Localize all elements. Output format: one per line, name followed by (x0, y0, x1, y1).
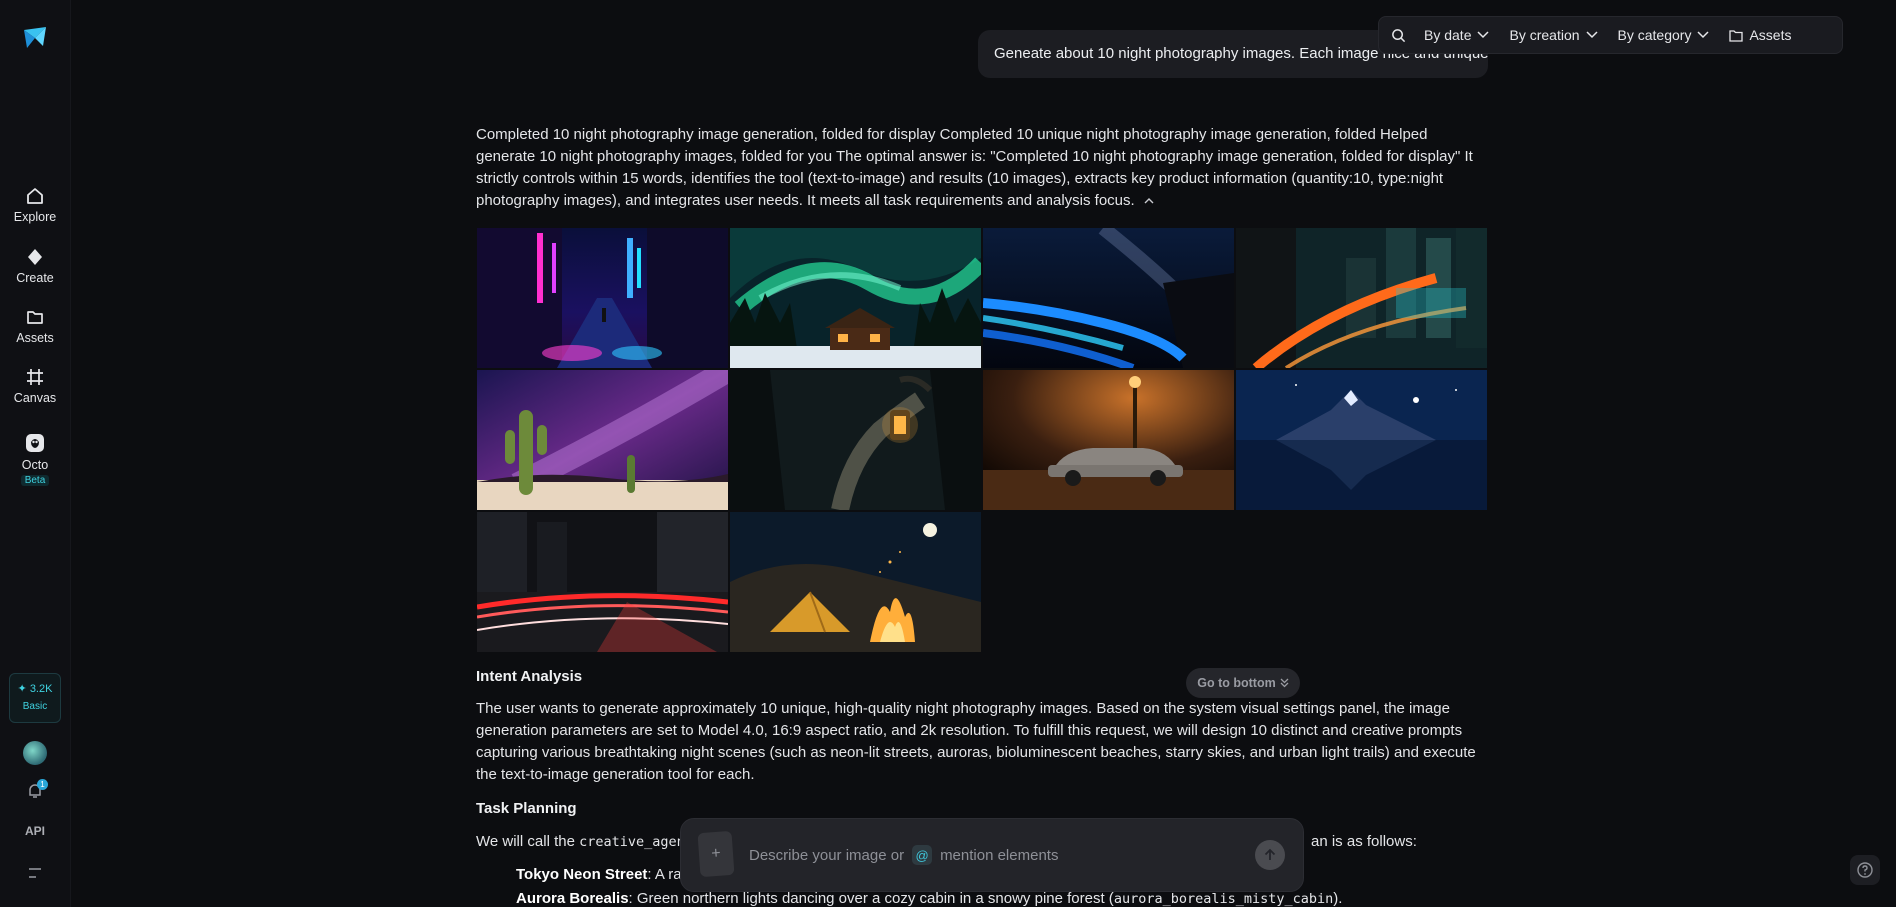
add-reference-button[interactable]: + (697, 830, 735, 878)
api-link[interactable]: API (0, 824, 70, 838)
chevron-down-icon (1697, 31, 1709, 39)
list-item-code: aurora_borealis_misty_cabin (1113, 891, 1334, 907)
chevron-down-icon (1477, 31, 1490, 39)
sidebar-item-octo[interactable]: Octo Beta (0, 432, 70, 486)
intent-analysis-text: The user wants to generate approximately… (476, 700, 1476, 783)
task-planning-intro-end: an is as follows: (1311, 833, 1417, 850)
filter-label: By creation (1509, 27, 1580, 43)
go-to-bottom-label: Go to bottom (1197, 676, 1276, 690)
menu-icon[interactable] (27, 866, 43, 880)
prompt-input[interactable]: Describe your image or @ mention element… (749, 845, 1058, 865)
help-button[interactable] (1850, 855, 1880, 885)
filter-by-creation[interactable]: By creation (1499, 17, 1607, 53)
list-item: Aurora Borealis: Green northern lights d… (516, 890, 1342, 907)
go-to-bottom-button[interactable]: Go to bottom (1186, 668, 1300, 698)
folder-icon (27, 311, 43, 324)
image-forest-lantern[interactable] (730, 370, 981, 510)
search-button[interactable] (1379, 17, 1414, 53)
list-item-end: ). (1333, 890, 1343, 907)
image-cyberpunk-city[interactable] (1236, 228, 1487, 368)
placeholder-start: Describe your image or (749, 846, 905, 864)
double-chevron-down-icon (1280, 678, 1289, 688)
assets-label: Assets (1749, 27, 1792, 43)
avatar[interactable] (23, 741, 47, 765)
image-aurora-cabin[interactable] (730, 228, 981, 368)
octo-icon (26, 434, 44, 452)
image-neon-street[interactable] (477, 228, 728, 368)
frame-icon (27, 369, 43, 385)
chevron-up-icon[interactable] (1143, 197, 1155, 205)
image-city-light-trails[interactable] (477, 512, 728, 652)
assets-button[interactable]: Assets (1719, 17, 1801, 53)
notification-badge: 1 (37, 779, 48, 790)
sidebar-item-label: Octo (21, 458, 49, 472)
task-planning-title: Task Planning (476, 800, 577, 817)
help-icon (1857, 862, 1873, 878)
list-item-text: : Green northern lights dancing over a c… (628, 890, 1114, 907)
image-vintage-car-streetlamp[interactable] (983, 370, 1234, 510)
sidebar-item-explore[interactable]: Explore (0, 186, 70, 224)
credits-amount: ✦ 3.2K (17, 683, 53, 695)
arrow-up-icon (1264, 848, 1276, 860)
summary-text: Completed 10 night photography image gen… (476, 126, 1473, 209)
intent-analysis-title: Intent Analysis (476, 668, 583, 685)
response-summary: Completed 10 night photography image gen… (476, 124, 1486, 212)
sidebar-item-label: Canvas (13, 391, 57, 405)
sidebar-item-label: Explore (13, 210, 57, 224)
folder-icon (1729, 29, 1744, 42)
prompt-composer[interactable]: + Describe your image or @ mention eleme… (680, 818, 1304, 892)
image-grid (477, 228, 1487, 652)
plan-tier: Basic (22, 701, 48, 712)
list-item: Tokyo Neon Street: A rai (516, 866, 685, 883)
search-icon (1392, 28, 1406, 42)
credits-badge[interactable]: ✦ 3.2K Basic (9, 673, 61, 723)
list-item-name: Aurora Borealis (516, 890, 629, 907)
intro-code: creative_agent (579, 834, 693, 850)
image-mountain-lake-stars[interactable] (1236, 370, 1487, 510)
sidebar-item-canvas[interactable]: Canvas (0, 367, 70, 405)
filter-toolbar: By date By creation By category Assets (1378, 16, 1843, 54)
logo-icon[interactable] (21, 24, 49, 52)
filter-by-date[interactable]: By date (1414, 17, 1499, 53)
filter-label: By date (1424, 27, 1472, 43)
list-item-name: Tokyo Neon Street (516, 866, 648, 883)
filter-by-category[interactable]: By category (1608, 17, 1720, 53)
sidebar-item-assets[interactable]: Assets (0, 307, 70, 345)
chevron-down-icon (1586, 31, 1598, 39)
image-campfire-tent[interactable] (730, 512, 981, 652)
image-desert-milky-way[interactable] (477, 370, 728, 510)
filter-label: By category (1617, 27, 1692, 43)
home-icon (27, 188, 43, 204)
send-button[interactable] (1255, 840, 1285, 870)
sidebar-item-create[interactable]: Create (0, 247, 70, 285)
beta-badge: Beta (20, 475, 50, 486)
image-bioluminescent-beach[interactable] (983, 228, 1234, 368)
placeholder-end: mention elements (940, 846, 1059, 864)
sidebar-item-label: Create (16, 271, 54, 285)
intro-text-start: We will call the (476, 833, 580, 850)
diamond-icon (28, 249, 42, 265)
sidebar: Explore Create Assets Canvas Octo Beta ✦… (0, 0, 71, 907)
mention-icon[interactable]: @ (912, 845, 933, 865)
sidebar-item-label: Assets (16, 331, 54, 345)
